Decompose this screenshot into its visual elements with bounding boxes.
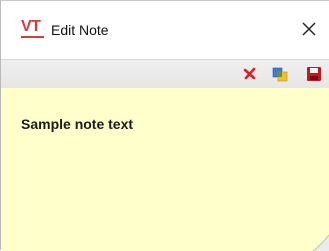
note-color-button[interactable]	[272, 66, 288, 82]
edit-note-window: VT Edit Note Sample note text	[0, 0, 329, 251]
note-editor[interactable]: Sample note text	[1, 88, 329, 251]
window-title: Edit Note	[51, 22, 109, 38]
save-note-button[interactable]	[306, 66, 322, 82]
toolbar	[1, 59, 329, 89]
resize-grip-icon[interactable]	[307, 229, 329, 251]
app-logo-underline	[21, 36, 44, 38]
delete-note-button[interactable]	[242, 66, 258, 82]
app-logo-icon: VT	[21, 19, 47, 41]
app-logo-text: VT	[21, 18, 41, 35]
red-x-icon	[243, 67, 256, 80]
close-icon	[302, 22, 316, 36]
close-button[interactable]	[293, 13, 325, 45]
title-bar: VT Edit Note	[1, 1, 329, 59]
color-palette-icon	[272, 67, 288, 82]
save-floppy-icon	[307, 67, 321, 81]
note-text[interactable]: Sample note text	[21, 116, 133, 132]
